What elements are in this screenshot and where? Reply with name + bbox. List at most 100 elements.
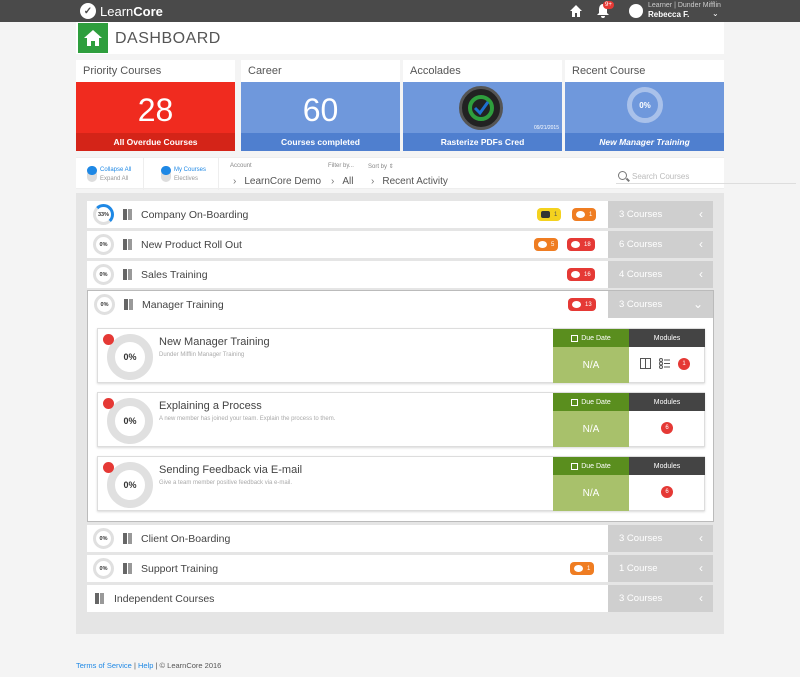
progress-ring: 0% — [107, 334, 153, 380]
course-row-client-onboarding[interactable]: 0% Client On-Boarding 3 Courses ‹ — [87, 525, 713, 552]
course-row-independent-courses[interactable]: Independent Courses 3 Courses ‹ — [87, 585, 713, 612]
chevron-left-icon: ‹ — [699, 531, 703, 545]
home-icon[interactable] — [569, 4, 583, 18]
subcourse-title[interactable]: New Manager Training — [159, 336, 270, 348]
course-count-toggle[interactable]: 4 Courses ‹ — [608, 261, 713, 288]
footer: Terms of Service | Help | © LearnCore 20… — [76, 661, 221, 670]
course-count-toggle[interactable]: 1 Course ‹ — [608, 555, 713, 582]
progress-ring: 0% — [93, 264, 114, 285]
subcourse-card[interactable]: 0% Explaining a Process A new member has… — [97, 392, 705, 447]
subcourse-card[interactable]: 0% Sending Feedback via E-mail Give a te… — [97, 456, 705, 511]
priority-courses-card[interactable]: Priority Courses 28 All Overdue Courses — [76, 60, 235, 151]
card-footer: All Overdue Courses — [76, 133, 235, 151]
course-count-toggle[interactable]: 6 Courses ‹ — [608, 231, 713, 258]
card-body: 09/21/2015 Rasterize PDFs Cred — [403, 82, 562, 151]
due-pill[interactable]: 1 — [572, 208, 597, 221]
overdue-pill[interactable]: 18 — [567, 238, 595, 251]
pill-count: 1 — [554, 211, 558, 218]
due-pill[interactable]: 5 — [534, 238, 559, 251]
account-select[interactable]: LearnCore Demo — [233, 176, 321, 187]
my-courses-label[interactable]: My Courses — [174, 167, 206, 173]
chevron-left-icon: ‹ — [699, 267, 703, 281]
fire-icon — [103, 462, 114, 473]
subcourse-title[interactable]: Explaining a Process — [159, 400, 262, 412]
chevron-left-icon: ‹ — [699, 561, 703, 575]
electives-label[interactable]: Electives — [174, 176, 198, 182]
avatar[interactable] — [629, 4, 643, 18]
course-count-toggle[interactable]: 3 Courses ‹ — [608, 585, 713, 612]
pill-count: 1 — [587, 565, 591, 572]
card-header: Recent Course — [572, 65, 646, 77]
expand-all-label[interactable]: Expand All — [100, 176, 128, 182]
module-count-badge[interactable]: 6 — [661, 486, 673, 498]
alert-icon — [572, 301, 581, 308]
due-date-header: Due Date — [553, 457, 629, 475]
course-row-new-product-roll-out[interactable]: 0% New Product Roll Out 5 18 6 Courses ‹ — [87, 231, 713, 258]
terms-link[interactable]: Terms of Service — [76, 661, 132, 670]
user-role: Learner | Dunder Mifflin — [648, 2, 721, 9]
filter-label: Filter by... — [328, 163, 354, 169]
collapse-all-label[interactable]: Collapse All — [100, 167, 131, 173]
pill-count: 18 — [584, 241, 591, 248]
due-date-header: Due Date — [553, 329, 629, 347]
sort-arrows-icon: ⇕ — [388, 164, 394, 170]
recent-course-card[interactable]: Recent Course 0% New Manager Training — [565, 60, 724, 151]
accolades-card[interactable]: Accolades 09/21/2015 Rasterize PDFs Cred — [403, 60, 562, 151]
alert-icon — [571, 271, 580, 278]
course-title: Sales Training — [141, 269, 208, 281]
card-footer: New Manager Training — [565, 133, 724, 151]
modules-header: Modules — [629, 457, 705, 475]
pill-count: 16 — [584, 271, 591, 278]
sort-select[interactable]: Recent Activity — [371, 176, 448, 187]
accolade-badge-icon — [459, 86, 503, 130]
chevron-left-icon: ‹ — [699, 207, 703, 221]
subcourse-card[interactable]: 0% New Manager Training Dunder Mifflin M… — [97, 328, 705, 383]
overdue-pill[interactable]: 16 — [567, 268, 595, 281]
course-count: 3 Courses — [619, 209, 663, 220]
course-title: Independent Courses — [114, 593, 215, 605]
course-title: New Product Roll Out — [141, 239, 242, 251]
course-row-sales-training[interactable]: 0% Sales Training 16 4 Courses ‹ — [87, 261, 713, 288]
filter-select[interactable]: All — [331, 176, 353, 187]
book-icon — [123, 563, 132, 574]
subcourse-description: Dunder Mifflin Manager Training — [159, 352, 245, 358]
book-icon — [123, 269, 132, 280]
checklist-icon[interactable] — [659, 358, 670, 369]
course-count: 6 Courses — [619, 239, 663, 250]
due-date-value: N/A — [553, 347, 629, 383]
book-icon — [123, 209, 132, 220]
course-row-manager-training[interactable]: 0% Manager Training 13 3 Courses ⌄ — [88, 291, 713, 318]
dashboard-home-button[interactable] — [78, 23, 108, 53]
course-count-toggle[interactable]: 3 Courses ‹ — [608, 525, 713, 552]
course-count: 3 Courses — [619, 593, 663, 604]
collapse-toggle[interactable] — [87, 166, 97, 182]
career-card[interactable]: Career 60 Courses completed — [241, 60, 400, 151]
search-input[interactable] — [632, 170, 792, 183]
due-pill[interactable]: 1 — [570, 562, 595, 575]
course-row-company-onboarding[interactable]: 33% Company On-Boarding 1 1 3 Courses ‹ — [87, 201, 713, 228]
help-link[interactable]: Help — [138, 661, 153, 670]
chevron-down-icon[interactable]: ⌄ — [712, 9, 719, 18]
modules-cell: 1 — [629, 347, 705, 383]
book-icon[interactable] — [640, 358, 651, 369]
module-count-badge[interactable]: 6 — [661, 422, 673, 434]
notification-badge: 9+ — [603, 1, 614, 9]
course-title: Client On-Boarding — [141, 533, 231, 545]
learncore-logo[interactable]: ✓ LearnCore — [80, 2, 163, 20]
divider — [143, 158, 144, 190]
course-row-support-training[interactable]: 0% Support Training 1 1 Course ‹ — [87, 555, 713, 582]
divider — [218, 158, 219, 190]
overdue-pill[interactable]: 13 — [568, 298, 596, 311]
user-name[interactable]: Rebecca F. — [648, 10, 689, 19]
calendar-icon — [571, 334, 579, 342]
course-count-toggle[interactable]: 3 Courses ⌄ — [608, 291, 713, 318]
subcourse-title[interactable]: Sending Feedback via E-mail — [159, 464, 302, 476]
card-footer: Rasterize PDFs Cred — [403, 133, 562, 151]
my-courses-toggle[interactable] — [161, 166, 171, 182]
pill-count: 5 — [551, 241, 555, 248]
course-count-toggle[interactable]: 3 Courses ‹ — [608, 201, 713, 228]
priority-pill[interactable]: 1 — [537, 208, 562, 221]
modules-header: Modules — [629, 393, 705, 411]
course-count: 3 Courses — [619, 533, 663, 544]
expanded-course-group: 0% Manager Training 13 3 Courses ⌄ 0% Ne… — [87, 290, 714, 522]
